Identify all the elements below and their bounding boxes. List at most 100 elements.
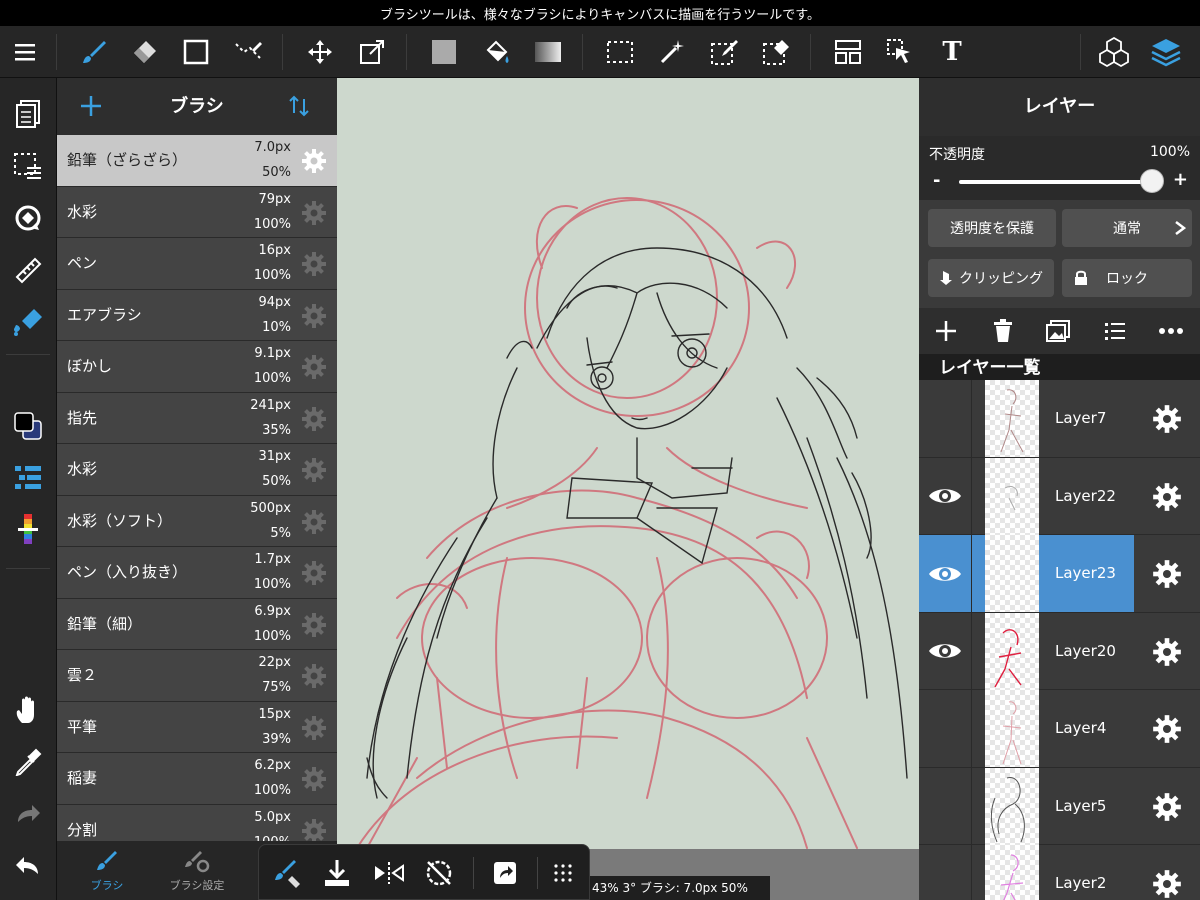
blend-mode-button[interactable]: 通常 [1062, 209, 1192, 247]
add-layer-icon[interactable] [929, 315, 963, 347]
brush-row[interactable]: 水彩 31px 50% [57, 444, 337, 496]
color-palette-icon[interactable] [8, 510, 48, 550]
brush-row[interactable]: 稲妻 6.2px 100% [57, 753, 337, 805]
color-swatch-icon[interactable] [8, 406, 48, 446]
gear-icon[interactable] [1152, 714, 1182, 744]
frame-divide-icon[interactable] [828, 32, 868, 72]
layers-icon[interactable] [1146, 32, 1186, 72]
eraser-tool-icon[interactable] [124, 32, 164, 72]
add-brush-icon[interactable] [75, 90, 107, 122]
ruler-icon[interactable] [8, 250, 48, 290]
brush-tool-icon[interactable] [74, 32, 114, 72]
gradient-icon[interactable] [528, 32, 568, 72]
brush-row[interactable]: 雲２ 22px 75% [57, 650, 337, 702]
menu-icon[interactable] [6, 32, 46, 72]
brush-row[interactable]: ペン 16px 100% [57, 238, 337, 290]
eyedropper-icon[interactable] [8, 742, 48, 782]
save-download-icon[interactable] [317, 853, 357, 893]
gear-icon[interactable] [301, 509, 327, 535]
visibility-toggle[interactable] [919, 845, 971, 900]
move-tool-icon[interactable] [300, 32, 340, 72]
undo-icon[interactable] [8, 846, 48, 886]
delete-layer-icon[interactable] [986, 315, 1020, 347]
brush-row[interactable]: 平筆 15px 39% [57, 701, 337, 753]
share-icon[interactable] [485, 853, 525, 893]
gear-icon[interactable] [301, 818, 327, 842]
layer-row[interactable]: Layer5 [919, 767, 1200, 846]
brush-settings-rail-icon[interactable] [8, 302, 48, 342]
brush-row[interactable]: ぼかし 9.1px 100% [57, 341, 337, 393]
tab-brush-settings[interactable]: ブラシ設定 [147, 841, 247, 900]
visibility-toggle[interactable] [919, 380, 971, 457]
gear-icon[interactable] [1152, 792, 1182, 822]
layer-row[interactable]: Layer23 [919, 535, 1200, 613]
brush-row[interactable]: 分割5.0px100% [57, 804, 337, 842]
brush-row[interactable]: 鉛筆（ざらざら） 7.0px 50% [57, 135, 337, 187]
opacity-minus-button[interactable]: - [933, 170, 940, 191]
gear-icon[interactable] [301, 663, 327, 689]
rotation-reset-icon[interactable] [419, 853, 459, 893]
visibility-toggle[interactable] [919, 690, 971, 767]
flip-horizontal-icon[interactable] [369, 853, 409, 893]
gear-icon[interactable] [301, 560, 327, 586]
brush-row[interactable]: 水彩 79px 100% [57, 186, 337, 238]
fill-color-icon[interactable] [424, 32, 464, 72]
tab-brush[interactable]: ブラシ [57, 841, 157, 900]
gear-icon[interactable] [1152, 404, 1182, 434]
layer-row[interactable]: Layer20 [919, 612, 1200, 691]
layer-row[interactable]: Layer2 [919, 845, 1200, 900]
opacity-plus-button[interactable]: + [1173, 169, 1188, 190]
canvas-area[interactable] [337, 78, 919, 900]
more-grid-icon[interactable] [543, 853, 583, 893]
gear-icon[interactable] [1152, 482, 1182, 512]
redo-icon[interactable] [8, 794, 48, 834]
operation-icon[interactable] [880, 32, 920, 72]
gear-icon[interactable] [1152, 559, 1182, 589]
brush-swap-icon[interactable] [267, 853, 307, 893]
gear-icon[interactable] [301, 251, 327, 277]
opacity-slider-thumb[interactable] [1140, 169, 1164, 193]
gear-icon[interactable] [301, 766, 327, 792]
lock-button[interactable]: ロック [1062, 259, 1192, 297]
brush-row[interactable]: ペン（入り抜き） 1.7px 100% [57, 547, 337, 599]
visibility-toggle[interactable] [919, 535, 971, 612]
color-set-icon[interactable] [8, 458, 48, 498]
hand-tool-icon[interactable] [8, 690, 48, 730]
more-options-icon[interactable] [1154, 315, 1188, 347]
select-rect-icon[interactable] [600, 32, 640, 72]
gear-icon[interactable] [301, 457, 327, 483]
gear-icon[interactable] [301, 612, 327, 638]
material-icon[interactable] [1094, 32, 1134, 72]
magic-wand-icon[interactable] [652, 32, 692, 72]
gear-icon[interactable] [301, 406, 327, 432]
gear-icon[interactable] [1152, 637, 1182, 667]
gear-icon[interactable] [301, 148, 327, 174]
gear-icon[interactable] [301, 303, 327, 329]
brush-row[interactable]: エアブラシ 94px 10% [57, 289, 337, 341]
opacity-slider-track[interactable] [959, 180, 1151, 184]
visibility-toggle[interactable] [919, 768, 971, 845]
rotate-canvas-icon[interactable] [8, 198, 48, 238]
gear-icon[interactable] [301, 715, 327, 741]
transform-tool-icon[interactable] [352, 32, 392, 72]
shape-tool-icon[interactable] [176, 32, 216, 72]
layer-row[interactable]: Layer7 [919, 380, 1200, 458]
drawing-canvas[interactable] [337, 78, 919, 849]
brush-row[interactable]: 鉛筆（細） 6.9px 100% [57, 598, 337, 650]
layer-row[interactable]: Layer4 [919, 690, 1200, 768]
text-tool-icon[interactable]: T [932, 32, 972, 72]
select-eraser-icon[interactable] [756, 32, 796, 72]
visibility-toggle[interactable] [919, 613, 971, 690]
selection-layer-icon[interactable] [8, 146, 48, 186]
add-image-layer-icon[interactable] [1041, 315, 1075, 347]
gear-icon[interactable] [301, 200, 327, 226]
clipping-button[interactable]: クリッピング [928, 259, 1054, 297]
layer-row[interactable]: Layer22 [919, 457, 1200, 536]
bucket-icon[interactable] [476, 32, 516, 72]
gear-icon[interactable] [301, 354, 327, 380]
brush-row[interactable]: 水彩（ソフト） 500px 5% [57, 495, 337, 547]
select-pen-icon[interactable] [704, 32, 744, 72]
dot-tool-icon[interactable] [228, 32, 268, 72]
layer-list-icon[interactable] [1098, 315, 1132, 347]
pages-icon[interactable] [8, 94, 48, 134]
